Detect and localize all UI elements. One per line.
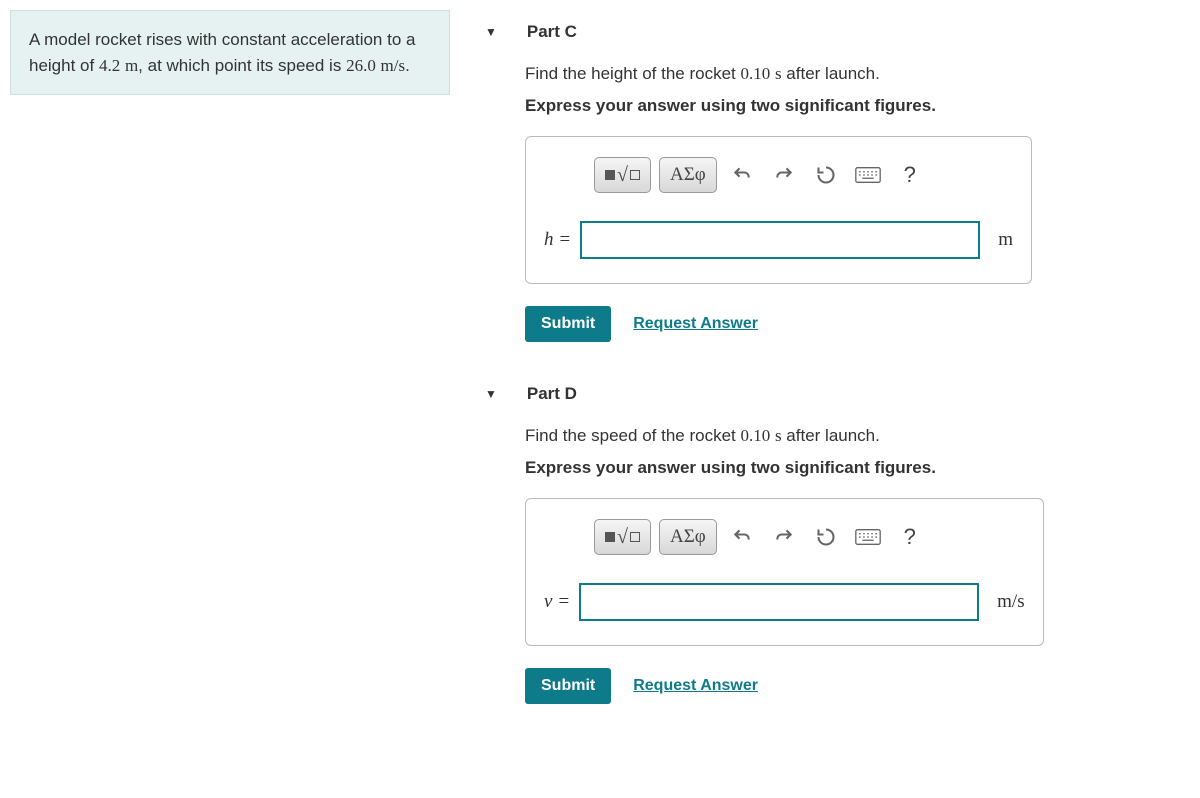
equals-sign: = <box>560 229 571 251</box>
instruction: Express your answer using two significan… <box>525 96 1190 116</box>
answer-area: √ ΑΣφ <box>525 498 1044 646</box>
variable-label: v <box>544 591 552 613</box>
collapse-icon[interactable]: ▼ <box>485 387 497 401</box>
part-title: Part D <box>527 384 577 404</box>
unit-label: m <box>998 229 1013 251</box>
undo-icon[interactable] <box>725 157 759 193</box>
collapse-icon[interactable]: ▼ <box>485 25 497 39</box>
reset-icon[interactable] <box>809 157 843 193</box>
help-icon[interactable]: ? <box>893 157 927 193</box>
problem-speed-unit: m/s <box>381 56 406 75</box>
answer-input[interactable] <box>580 221 980 259</box>
problem-height: 4.2 <box>99 56 120 75</box>
problem-text-3: . <box>405 56 410 75</box>
part-d: ▼ Part D Find the speed of the rocket 0.… <box>470 372 1190 704</box>
reset-icon[interactable] <box>809 519 843 555</box>
equals-sign: = <box>558 591 569 613</box>
redo-icon[interactable] <box>767 519 801 555</box>
prompt: Find the speed of the rocket 0.10 s afte… <box>525 426 1190 446</box>
greek-letters-button[interactable]: ΑΣφ <box>659 157 717 193</box>
undo-icon[interactable] <box>725 519 759 555</box>
submit-button[interactable]: Submit <box>525 668 611 704</box>
math-format-button[interactable]: √ <box>594 157 651 193</box>
keyboard-icon[interactable] <box>851 519 885 555</box>
problem-speed: 26.0 <box>346 56 376 75</box>
problem-text-2: , at which point its speed is <box>138 56 346 75</box>
answer-input[interactable] <box>579 583 979 621</box>
part-title: Part C <box>527 22 577 42</box>
unit-label: m/s <box>997 591 1024 613</box>
instruction: Express your answer using two significan… <box>525 458 1190 478</box>
part-c: ▼ Part C Find the height of the rocket 0… <box>470 10 1190 342</box>
problem-height-unit: m <box>125 56 138 75</box>
problem-statement: A model rocket rises with constant accel… <box>10 10 450 95</box>
variable-label: h <box>544 229 554 251</box>
keyboard-icon[interactable] <box>851 157 885 193</box>
prompt: Find the height of the rocket 0.10 s aft… <box>525 64 1190 84</box>
request-answer-link[interactable]: Request Answer <box>633 677 758 695</box>
request-answer-link[interactable]: Request Answer <box>633 315 758 333</box>
math-format-button[interactable]: √ <box>594 519 651 555</box>
redo-icon[interactable] <box>767 157 801 193</box>
help-icon[interactable]: ? <box>893 519 927 555</box>
greek-letters-button[interactable]: ΑΣφ <box>659 519 717 555</box>
submit-button[interactable]: Submit <box>525 306 611 342</box>
formula-toolbar: √ ΑΣφ <box>594 157 1013 193</box>
answer-area: √ ΑΣφ <box>525 136 1032 284</box>
formula-toolbar: √ ΑΣφ <box>594 519 1025 555</box>
